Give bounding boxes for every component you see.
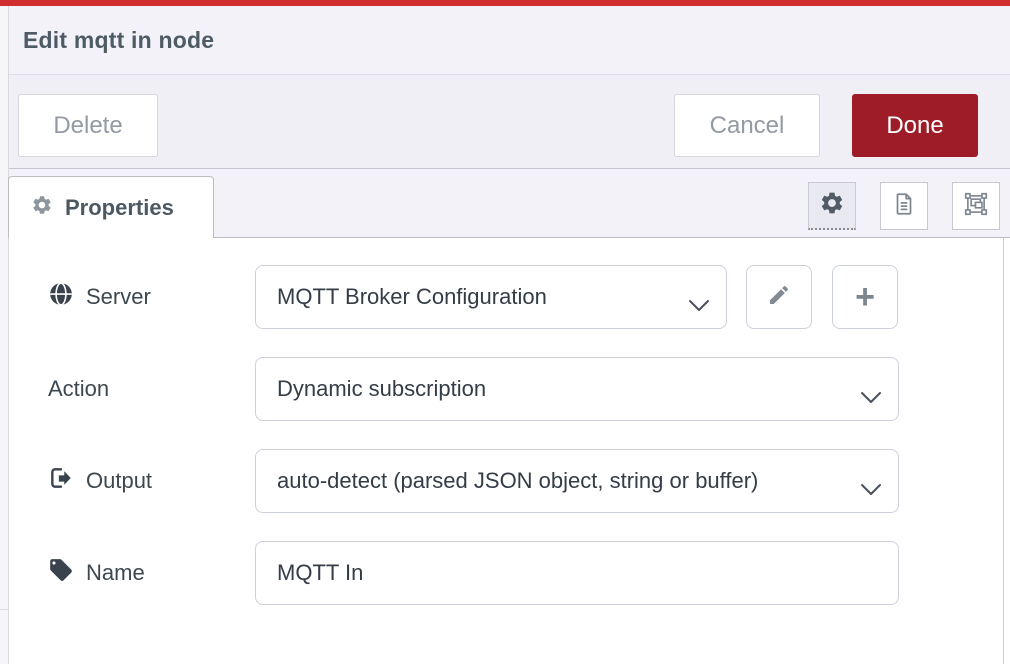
appearance-icon: [963, 191, 989, 222]
tab-properties[interactable]: Properties: [8, 176, 214, 238]
add-server-button[interactable]: +: [832, 265, 898, 329]
pencil-icon: [767, 283, 791, 312]
server-select-value: MQTT Broker Configuration: [277, 284, 547, 310]
delete-button[interactable]: Delete: [18, 94, 158, 157]
globe-icon: [48, 281, 74, 313]
tab-properties-label: Properties: [65, 195, 174, 221]
page-title: Edit mqtt in node: [23, 27, 214, 54]
gear-icon: [819, 190, 845, 221]
sign-out-icon: [48, 465, 74, 497]
tray-footer-divider: [0, 609, 8, 610]
server-label-group: Server: [48, 265, 151, 329]
name-label-group: Name: [48, 541, 145, 605]
chevron-down-icon: [688, 292, 710, 318]
action-select[interactable]: Dynamic subscription: [255, 357, 899, 421]
name-label: Name: [86, 560, 145, 586]
chevron-down-icon: [860, 476, 882, 502]
output-select[interactable]: auto-detect (parsed JSON object, string …: [255, 449, 899, 513]
appearance-tab-button[interactable]: [952, 182, 1000, 230]
server-label: Server: [86, 284, 151, 310]
server-select[interactable]: MQTT Broker Configuration: [255, 265, 727, 329]
tray-left-edge: [0, 6, 9, 664]
properties-tab-button[interactable]: [808, 182, 856, 230]
description-icon: [891, 191, 917, 222]
action-select-value: Dynamic subscription: [277, 376, 486, 402]
gear-icon: [31, 194, 53, 221]
action-label: Action: [48, 376, 109, 402]
cancel-button[interactable]: Cancel: [674, 94, 820, 157]
output-label-group: Output: [48, 449, 152, 513]
dialog-header: Edit mqtt in node: [9, 6, 1010, 75]
edit-server-button[interactable]: [746, 265, 812, 329]
output-label: Output: [86, 468, 152, 494]
done-button[interactable]: Done: [852, 94, 978, 157]
dialog-toolbar: Delete Cancel Done: [9, 75, 1010, 169]
plus-icon: +: [855, 278, 875, 317]
output-select-value: auto-detect (parsed JSON object, string …: [277, 468, 758, 494]
chevron-down-icon: [860, 384, 882, 410]
tag-icon: [48, 557, 74, 589]
editor-tab-bar: Properties: [9, 169, 1010, 238]
panel-right-border: [1003, 238, 1004, 664]
name-input[interactable]: [255, 541, 899, 605]
action-label-group: Action: [48, 357, 109, 421]
description-tab-button[interactable]: [880, 182, 928, 230]
properties-panel: Server MQTT Broker Configuration + Actio…: [9, 238, 1010, 664]
